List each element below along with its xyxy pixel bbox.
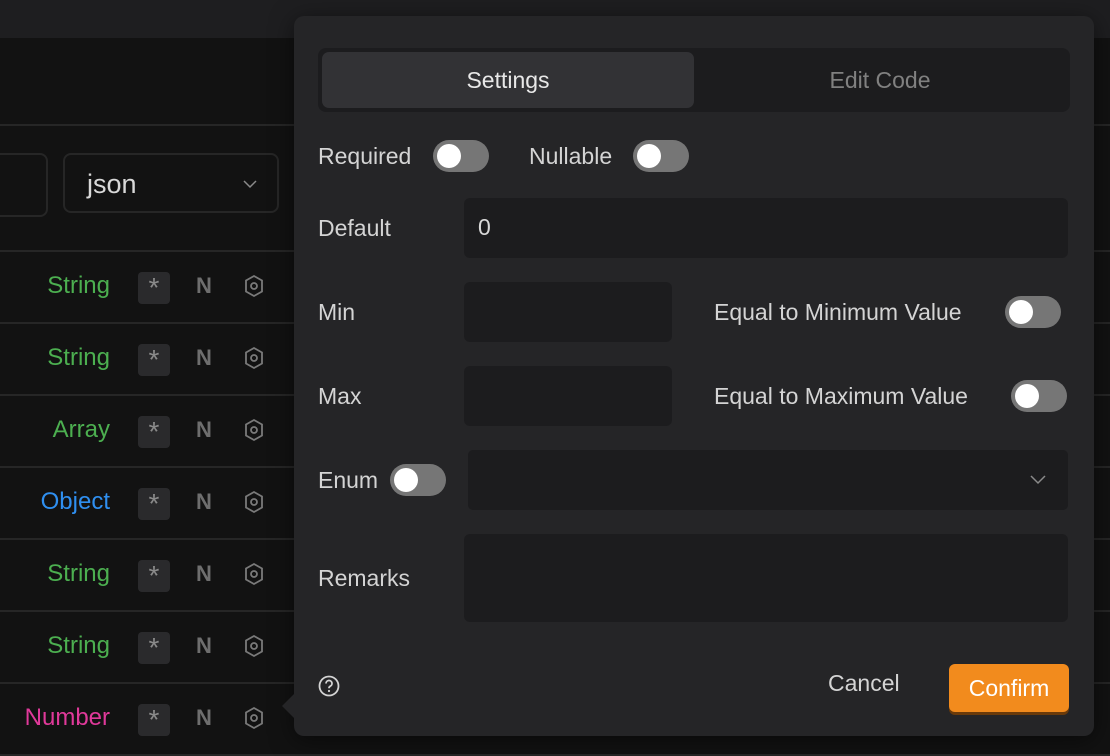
hexagon-settings-icon[interactable] bbox=[243, 274, 265, 298]
popover-pointer bbox=[282, 694, 294, 718]
nullable-toggle[interactable] bbox=[633, 140, 689, 172]
format-select[interactable]: json bbox=[63, 153, 279, 213]
asterisk-icon[interactable]: * bbox=[138, 344, 170, 376]
tab-edit-code[interactable]: Edit Code bbox=[694, 52, 1066, 108]
question-circle-icon[interactable] bbox=[318, 675, 340, 697]
asterisk-icon[interactable]: * bbox=[138, 488, 170, 520]
enum-select[interactable] bbox=[468, 450, 1068, 510]
nullable-n-icon[interactable]: N bbox=[196, 345, 212, 371]
hexagon-settings-icon[interactable] bbox=[243, 418, 265, 442]
field-type-label[interactable]: Object bbox=[0, 488, 110, 516]
enum-toggle[interactable] bbox=[390, 464, 446, 496]
format-select-value: json bbox=[87, 169, 137, 199]
equal-min-toggle[interactable] bbox=[1005, 296, 1061, 328]
nullable-n-icon[interactable]: N bbox=[196, 633, 212, 659]
hexagon-settings-icon[interactable] bbox=[243, 490, 265, 514]
asterisk-icon[interactable]: * bbox=[138, 632, 170, 664]
nullable-n-icon[interactable]: N bbox=[196, 705, 212, 731]
hexagon-settings-icon[interactable] bbox=[243, 562, 265, 586]
field-type-label[interactable]: String bbox=[0, 272, 110, 300]
hexagon-settings-icon[interactable] bbox=[243, 346, 265, 370]
field-settings-popover: Settings Edit Code Required Nullable Def… bbox=[282, 16, 1094, 736]
toggle-knob bbox=[1009, 300, 1033, 324]
min-input[interactable] bbox=[464, 282, 672, 342]
hexagon-settings-icon[interactable] bbox=[243, 634, 265, 658]
asterisk-icon[interactable]: * bbox=[138, 272, 170, 304]
min-label: Min bbox=[318, 299, 356, 325]
required-toggle[interactable] bbox=[433, 140, 489, 172]
default-input[interactable]: 0 bbox=[464, 198, 1068, 258]
chevron-down-icon bbox=[243, 180, 257, 189]
equal-max-toggle[interactable] bbox=[1011, 380, 1067, 412]
default-value: 0 bbox=[478, 214, 491, 240]
tab-bar: Settings Edit Code bbox=[318, 48, 1070, 112]
field-type-label[interactable]: String bbox=[0, 632, 110, 660]
nullable-n-icon[interactable]: N bbox=[196, 561, 212, 587]
toggle-knob bbox=[637, 144, 661, 168]
nullable-n-icon[interactable]: N bbox=[196, 273, 212, 299]
field-type-label[interactable]: Number bbox=[0, 704, 110, 732]
max-label: Max bbox=[318, 383, 362, 409]
tab-settings[interactable]: Settings bbox=[322, 52, 694, 108]
nullable-label: Nullable bbox=[529, 143, 613, 169]
cancel-button[interactable]: Cancel bbox=[828, 670, 900, 697]
equal-max-label: Equal to Maximum Value bbox=[714, 383, 968, 409]
hexagon-settings-icon[interactable] bbox=[243, 706, 265, 730]
enum-label: Enum bbox=[318, 467, 379, 493]
asterisk-icon[interactable]: * bbox=[138, 560, 170, 592]
chevron-down-icon bbox=[1030, 475, 1046, 485]
toggle-knob bbox=[437, 144, 461, 168]
name-input[interactable] bbox=[0, 153, 48, 217]
default-label: Default bbox=[318, 215, 391, 241]
confirm-button[interactable]: Confirm bbox=[949, 664, 1069, 712]
max-input[interactable] bbox=[464, 366, 672, 426]
toggle-knob bbox=[1015, 384, 1039, 408]
equal-min-label: Equal to Minimum Value bbox=[714, 299, 962, 325]
asterisk-icon[interactable]: * bbox=[138, 416, 170, 448]
remarks-textarea[interactable] bbox=[464, 534, 1068, 622]
field-type-label[interactable]: String bbox=[0, 344, 110, 372]
required-label: Required bbox=[318, 143, 412, 169]
nullable-n-icon[interactable]: N bbox=[196, 489, 212, 515]
toggle-knob bbox=[394, 468, 418, 492]
remarks-label: Remarks bbox=[318, 565, 411, 591]
nullable-n-icon[interactable]: N bbox=[196, 417, 212, 443]
field-type-label[interactable]: Array bbox=[0, 416, 110, 444]
field-type-label[interactable]: String bbox=[0, 560, 110, 588]
asterisk-icon[interactable]: * bbox=[138, 704, 170, 736]
